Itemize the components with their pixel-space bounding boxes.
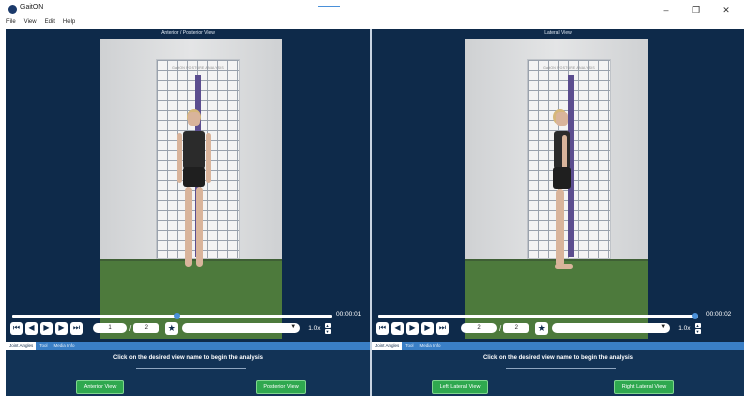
menu-edit[interactable]: Edit	[45, 19, 55, 29]
menu-help[interactable]: Help	[63, 19, 75, 29]
instruction-text: Click on the desired view name to begin …	[482, 355, 634, 361]
step-forward-icon[interactable]: ▶	[421, 321, 434, 335]
restore-button[interactable]: ❐	[690, 5, 702, 16]
speed-up-icon[interactable]: ▲	[324, 322, 331, 328]
time-readout: 00:00:02	[706, 311, 732, 318]
frame-separator: /	[129, 323, 132, 333]
frame-current-input[interactable]: 1	[93, 323, 127, 333]
tab-tool[interactable]: Tool	[36, 342, 50, 350]
step-forward-icon[interactable]: ▶	[55, 321, 68, 335]
speed-up-icon[interactable]: ▲	[694, 322, 701, 328]
chevron-down-icon: ▼	[290, 324, 297, 330]
view-dropdown[interactable]: ▼	[552, 323, 671, 333]
anterior-photo: GaitON POSTURE ANALYSIS	[100, 39, 282, 339]
subject-front	[174, 109, 214, 275]
speed-stepper[interactable]: ▲ ▼	[324, 322, 331, 334]
subject-side	[547, 109, 581, 275]
lateral-pane: Lateral View GaitON POSTURE ANALYSIS ⏮ ◀	[372, 29, 744, 396]
playback-controls: ⏮ ◀ ▶ ▶ ⏭ 2 / 2 ★ ▼ 1.0x ▲ ▼	[376, 321, 701, 335]
star-icon[interactable]: ★	[165, 321, 179, 335]
timeline-thumb[interactable]	[692, 313, 698, 319]
timeline-thumb[interactable]	[174, 313, 180, 319]
timeline-slider[interactable]	[378, 313, 698, 319]
tab-media-info[interactable]: Media Info	[417, 342, 444, 350]
main-workspace: Anterior / Posterior View GaitON POSTURE…	[6, 29, 744, 396]
tab-joint-angles[interactable]: Joint Angles	[6, 342, 37, 350]
instruction-text: Click on the desired view name to begin …	[112, 355, 264, 361]
anterior-view-button[interactable]: Anterior View	[76, 380, 124, 394]
frame-total: 2	[133, 323, 160, 333]
speed-down-icon[interactable]: ▼	[324, 328, 331, 334]
step-back-icon[interactable]: ◀	[25, 321, 38, 335]
tabs: Joint Angles Tool Media Info	[372, 342, 444, 350]
anterior-posterior-pane: Anterior / Posterior View GaitON POSTURE…	[6, 29, 370, 396]
tab-joint-angles[interactable]: Joint Angles	[372, 342, 403, 350]
playback-controls: ⏮ ◀ ▶ ▶ ⏭ 1 / 2 ★ ▼ 1.0x ▲ ▼	[10, 321, 331, 335]
frame-total: 2	[503, 323, 530, 333]
play-icon[interactable]: ▶	[40, 321, 53, 335]
tab-tool[interactable]: Tool	[402, 342, 416, 350]
skip-end-icon[interactable]: ⏭	[70, 321, 83, 335]
pane-title: Anterior / Posterior View	[161, 30, 215, 36]
tab-media-info[interactable]: Media Info	[51, 342, 78, 350]
left-lateral-view-button[interactable]: Left Lateral View	[432, 380, 488, 394]
speed-down-icon[interactable]: ▼	[694, 328, 701, 334]
window-controls: – ❐ ✕	[660, 5, 732, 16]
app-logo-icon	[8, 5, 17, 14]
star-icon[interactable]: ★	[535, 321, 549, 335]
menu-file[interactable]: File	[6, 19, 16, 29]
skip-start-icon[interactable]: ⏮	[10, 321, 23, 335]
title-bar: GaitON – ❐ ✕	[0, 0, 744, 20]
speed-stepper[interactable]: ▲ ▼	[694, 322, 701, 334]
instruction-underline	[506, 368, 616, 369]
close-button[interactable]: ✕	[720, 5, 732, 16]
right-lateral-view-button[interactable]: Right Lateral View	[614, 380, 674, 394]
frame-separator: /	[499, 323, 502, 333]
grid-board-label: GaitON POSTURE ANALYSIS	[543, 66, 595, 70]
grid-board-label: GaitON POSTURE ANALYSIS	[172, 66, 224, 70]
frame-current-input[interactable]: 2	[461, 323, 497, 333]
playback-speed: 1.0x	[678, 324, 691, 332]
skip-start-icon[interactable]: ⏮	[376, 321, 389, 335]
menu-bar: File View Edit Help	[6, 19, 75, 29]
lateral-photo: GaitON POSTURE ANALYSIS	[465, 39, 648, 339]
skip-end-icon[interactable]: ⏭	[436, 321, 449, 335]
chevron-down-icon: ▼	[660, 324, 667, 330]
menu-view[interactable]: View	[24, 19, 37, 29]
app-title: GaitON	[20, 4, 44, 11]
timeline-slider[interactable]	[12, 313, 332, 319]
posterior-view-button[interactable]: Posterior View	[256, 380, 306, 394]
tabs: Joint Angles Tool Media Info	[6, 342, 78, 350]
view-dropdown[interactable]: ▼	[182, 323, 301, 333]
time-readout: 00:00:01	[336, 311, 362, 318]
pane-title: Lateral View	[544, 30, 572, 36]
loading-indicator	[318, 6, 340, 7]
step-back-icon[interactable]: ◀	[391, 321, 404, 335]
instruction-underline	[136, 368, 246, 369]
play-icon[interactable]: ▶	[406, 321, 419, 335]
minimize-button[interactable]: –	[660, 5, 672, 16]
playback-speed: 1.0x	[308, 324, 321, 332]
